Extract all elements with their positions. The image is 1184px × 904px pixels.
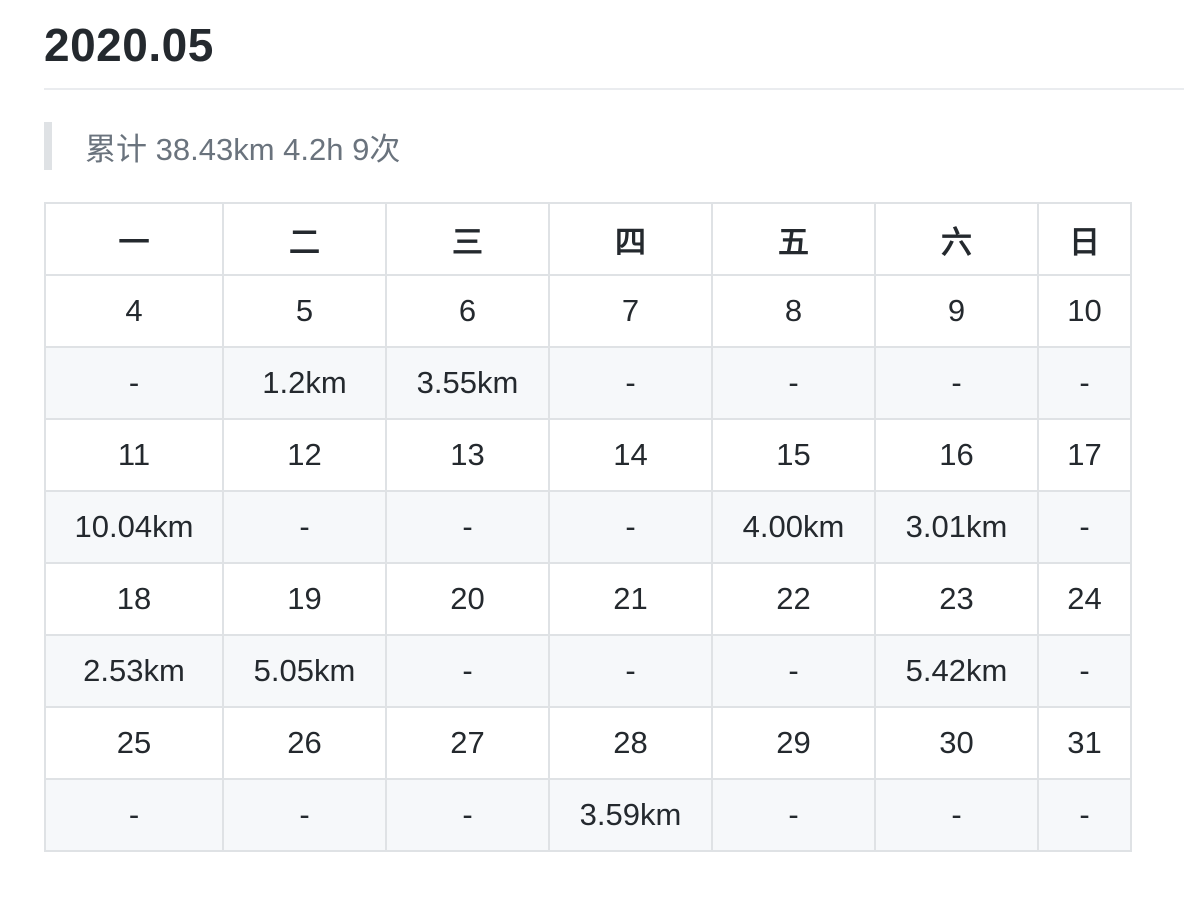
date-cell: 18 bbox=[44, 562, 224, 636]
weekday-header-mon: 一 bbox=[44, 202, 224, 276]
date-cell: 10 bbox=[1037, 274, 1132, 348]
distance-cell: - bbox=[1037, 778, 1132, 852]
date-cell: 20 bbox=[385, 562, 550, 636]
date-row: 4 5 6 7 8 9 10 bbox=[44, 274, 1132, 348]
page-title: 2020.05 bbox=[44, 19, 214, 71]
distance-cell: - bbox=[874, 778, 1039, 852]
date-cell: 16 bbox=[874, 418, 1039, 492]
date-cell: 21 bbox=[548, 562, 713, 636]
distance-cell: - bbox=[385, 490, 550, 564]
weekday-header-tue: 二 bbox=[222, 202, 387, 276]
date-row: 11 12 13 14 15 16 17 bbox=[44, 418, 1132, 492]
date-cell: 5 bbox=[222, 274, 387, 348]
weekday-header-wed: 三 bbox=[385, 202, 550, 276]
distance-row: - 1.2km 3.55km - - - - bbox=[44, 346, 1132, 420]
distance-cell: - bbox=[548, 634, 713, 708]
distance-cell: 3.59km bbox=[548, 778, 713, 852]
distance-row: 10.04km - - - 4.00km 3.01km - bbox=[44, 490, 1132, 564]
date-cell: 29 bbox=[711, 706, 876, 780]
distance-cell: - bbox=[548, 490, 713, 564]
summary-blockquote: 累计 38.43km 4.2h 9次 bbox=[44, 122, 400, 170]
distance-cell: 3.55km bbox=[385, 346, 550, 420]
distance-cell: 10.04km bbox=[44, 490, 224, 564]
date-cell: 27 bbox=[385, 706, 550, 780]
distance-cell: - bbox=[711, 634, 876, 708]
distance-cell: 3.01km bbox=[874, 490, 1039, 564]
distance-cell: - bbox=[222, 778, 387, 852]
date-cell: 4 bbox=[44, 274, 224, 348]
date-cell: 22 bbox=[711, 562, 876, 636]
distance-cell: 2.53km bbox=[44, 634, 224, 708]
date-cell: 24 bbox=[1037, 562, 1132, 636]
date-cell: 19 bbox=[222, 562, 387, 636]
distance-cell: 4.00km bbox=[711, 490, 876, 564]
distance-cell: - bbox=[711, 346, 876, 420]
date-cell: 23 bbox=[874, 562, 1039, 636]
distance-cell: - bbox=[548, 346, 713, 420]
distance-row: 2.53km 5.05km - - - 5.42km - bbox=[44, 634, 1132, 708]
distance-cell: - bbox=[385, 778, 550, 852]
distance-cell: - bbox=[222, 490, 387, 564]
date-cell: 30 bbox=[874, 706, 1039, 780]
date-cell: 9 bbox=[874, 274, 1039, 348]
distance-cell: - bbox=[874, 346, 1039, 420]
date-cell: 28 bbox=[548, 706, 713, 780]
distance-cell: - bbox=[711, 778, 876, 852]
date-cell: 25 bbox=[44, 706, 224, 780]
date-cell: 17 bbox=[1037, 418, 1132, 492]
calendar-table: 一 二 三 四 五 六 日 4 5 6 7 8 9 10 - 1.2km 3.5… bbox=[44, 202, 1132, 852]
distance-cell: - bbox=[44, 778, 224, 852]
distance-cell: - bbox=[385, 634, 550, 708]
distance-cell: 5.42km bbox=[874, 634, 1039, 708]
weekday-header-sun: 日 bbox=[1037, 202, 1132, 276]
distance-cell: - bbox=[1037, 634, 1132, 708]
weekday-header-thu: 四 bbox=[548, 202, 713, 276]
date-row: 25 26 27 28 29 30 31 bbox=[44, 706, 1132, 780]
date-cell: 26 bbox=[222, 706, 387, 780]
date-cell: 8 bbox=[711, 274, 876, 348]
title-divider bbox=[44, 88, 1184, 90]
date-cell: 12 bbox=[222, 418, 387, 492]
distance-cell: - bbox=[1037, 490, 1132, 564]
date-cell: 7 bbox=[548, 274, 713, 348]
weekday-header-row: 一 二 三 四 五 六 日 bbox=[44, 202, 1132, 276]
distance-cell: 5.05km bbox=[222, 634, 387, 708]
date-row: 18 19 20 21 22 23 24 bbox=[44, 562, 1132, 636]
distance-cell: - bbox=[44, 346, 224, 420]
weekday-header-fri: 五 bbox=[711, 202, 876, 276]
date-cell: 6 bbox=[385, 274, 550, 348]
summary-text: 累计 38.43km 4.2h 9次 bbox=[85, 131, 401, 167]
date-cell: 14 bbox=[548, 418, 713, 492]
distance-cell: - bbox=[1037, 346, 1132, 420]
date-cell: 11 bbox=[44, 418, 224, 492]
distance-row: - - - 3.59km - - - bbox=[44, 778, 1132, 852]
date-cell: 15 bbox=[711, 418, 876, 492]
distance-cell: 1.2km bbox=[222, 346, 387, 420]
date-cell: 13 bbox=[385, 418, 550, 492]
weekday-header-sat: 六 bbox=[874, 202, 1039, 276]
date-cell: 31 bbox=[1037, 706, 1132, 780]
